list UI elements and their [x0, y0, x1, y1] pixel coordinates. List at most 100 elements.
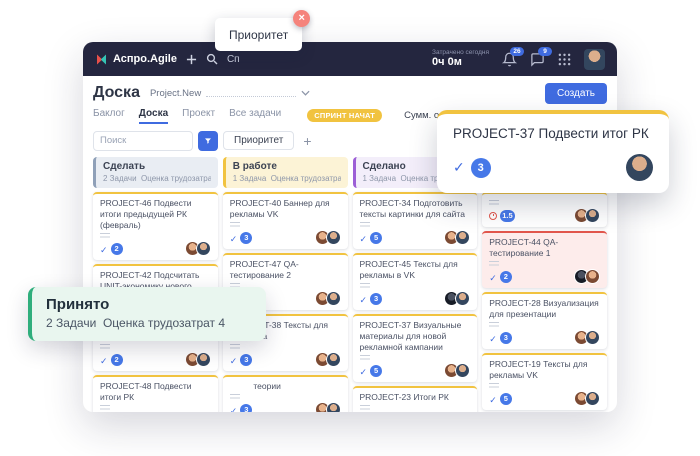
- task-card[interactable]: PROJECT-23 Итоги РК 5: [353, 386, 478, 412]
- close-icon[interactable]: [293, 10, 310, 27]
- estimate-badge: 3: [240, 232, 252, 244]
- user-avatar[interactable]: [584, 49, 605, 70]
- card-footer: 5: [360, 231, 471, 244]
- apps-grid-icon[interactable]: [558, 53, 571, 66]
- estimate-badge: 3: [240, 354, 252, 366]
- estimate-badge: 5: [370, 232, 382, 244]
- task-card[interactable]: PROJECT-37 Визуальные материалы для ново…: [353, 314, 478, 382]
- card-title: PROJECT-23 Итоги РК: [360, 392, 471, 403]
- card-title: PROJECT-19 Тексты для рекламы VK: [489, 359, 600, 381]
- task-card[interactable]: PROJECT-34 Подготовить тексты картинки д…: [353, 192, 478, 249]
- task-card[interactable]: 1.5: [482, 192, 607, 227]
- tab[interactable]: Проект: [182, 108, 215, 124]
- avatars: [444, 291, 470, 306]
- app-window: Аспро.Agile Сп Затрачено сегодня 0ч 0м 2…: [83, 42, 617, 412]
- card-title: PROJECT-46 Подвести итоги предыдущей РК …: [100, 198, 211, 231]
- topbar: Аспро.Agile Сп Затрачено сегодня 0ч 0м 2…: [83, 42, 617, 76]
- description-icon: [100, 405, 110, 411]
- card-title: PROJECT-28 Визуализация для презентации: [489, 298, 600, 320]
- tab[interactable]: Все задачи: [229, 108, 281, 124]
- card-title: PROJECT-40 Баннер для рекламы VK: [230, 198, 341, 220]
- column-title: В работе: [233, 161, 341, 172]
- notifications-button[interactable]: 26: [502, 52, 517, 67]
- topbar-nav-fragment[interactable]: Сп: [227, 54, 240, 65]
- check-icon: [100, 351, 108, 369]
- priority-tooltip-label: Приоритет: [229, 28, 288, 42]
- alarm-icon: [489, 212, 497, 220]
- description-icon: [489, 322, 499, 328]
- avatar: [326, 402, 341, 412]
- task-card[interactable]: PROJECT-19 Тексты для рекламы VK 5: [482, 353, 607, 410]
- add-icon[interactable]: [186, 54, 197, 65]
- column-meta: 1 Задача Оценка трудозатрат 3: [233, 174, 341, 183]
- description-icon: [230, 394, 240, 400]
- notifications-badge: 26: [510, 47, 524, 56]
- task-card[interactable]: PROJECT-48 Подвести итоги РК 2: [93, 375, 218, 412]
- task-card[interactable]: PROJECT-44 QA-тестирование 1 2: [482, 231, 607, 288]
- card-footer: 3: [230, 403, 341, 412]
- task-card[interactable]: PROJECT-45 Тексты для рекламы в VK 3: [353, 253, 478, 310]
- estimate-badge: 2: [500, 271, 512, 283]
- check-icon: [360, 290, 368, 308]
- check-icon: [230, 401, 238, 412]
- search-input[interactable]: [93, 131, 193, 151]
- messages-badge: 9: [538, 47, 552, 56]
- avatar: [455, 363, 470, 378]
- avatars: [315, 402, 341, 412]
- card-footer: 2: [100, 353, 211, 366]
- description-icon: [489, 383, 499, 389]
- task-card[interactable]: PROJECT-28 Визуализация для презентации …: [482, 292, 607, 349]
- board-column: Принято 2 Задачи Оценка трудозатрат 4 1.…: [482, 157, 607, 412]
- avatars: [574, 208, 600, 223]
- card-title: PROJECT-47 QA-тестирование 2: [230, 259, 341, 281]
- accepted-column-header-overlay: Принято 2 Задачи Оценка трудозатрат 4: [28, 287, 266, 341]
- task-card[interactable]: PROJECT-40 Баннер для рекламы VK 3: [223, 192, 348, 249]
- card-footer: 2: [489, 270, 600, 283]
- avatars: [315, 230, 341, 245]
- filter-button[interactable]: [198, 131, 218, 151]
- check-icon: [489, 329, 497, 347]
- column-meta: 2 Задачи Оценка трудозатрат 4: [103, 174, 211, 183]
- avatars: [574, 330, 600, 345]
- check-icon: [360, 229, 368, 247]
- avatar: [326, 291, 341, 306]
- description-icon: [100, 233, 110, 239]
- avatar: [585, 330, 600, 345]
- board: Сделать 2 Задачи Оценка трудозатрат 4 PR…: [93, 157, 607, 412]
- tab[interactable]: Баклог: [93, 108, 125, 124]
- estimate-badge: 3: [370, 293, 382, 305]
- avatar: [585, 269, 600, 284]
- task-card[interactable]: PROJECT-46 Подвести итоги предыдущей РК …: [93, 192, 218, 260]
- card-footer: 5: [489, 392, 600, 405]
- add-column-button[interactable]: +: [299, 133, 315, 149]
- zoomed-task-card[interactable]: PROJECT-37 Подвести итог РК 3: [437, 110, 669, 193]
- project-select[interactable]: Project.New: [150, 88, 310, 99]
- card-title: теории: [230, 381, 341, 392]
- card-footer: 2: [100, 242, 211, 255]
- card-list: 1.5 PROJECT-44 QA-тестирование 1 2 PROJE…: [482, 192, 607, 412]
- task-card[interactable]: теории 3: [223, 375, 348, 412]
- messages-button[interactable]: 9: [530, 52, 545, 67]
- estimate-badge: 5: [500, 393, 512, 405]
- page-title: Доска: [93, 84, 140, 102]
- create-button[interactable]: Создать: [545, 83, 607, 104]
- estimate-badge: 3: [471, 158, 491, 178]
- avatar: [196, 352, 211, 367]
- avatars: [444, 363, 470, 378]
- app-logo[interactable]: Аспро.Agile: [95, 53, 177, 66]
- task-card[interactable]: 2: [93, 336, 218, 371]
- estimate-badge: 5: [370, 365, 382, 377]
- priority-filter-button[interactable]: Приоритет: [223, 131, 294, 150]
- description-icon: [360, 222, 370, 228]
- column-header[interactable]: Сделать 2 Задачи Оценка трудозатрат 4: [93, 157, 218, 188]
- tab[interactable]: Доска: [139, 108, 168, 124]
- card-title: PROJECT-34 Подготовить тексты картинки д…: [360, 198, 471, 220]
- search-icon[interactable]: [206, 53, 218, 65]
- avatars: [185, 352, 211, 367]
- avatars: [315, 291, 341, 306]
- check-icon: [489, 390, 497, 408]
- zoomed-card-title: PROJECT-37 Подвести итог РК: [453, 126, 653, 141]
- accepted-title: Принято: [46, 296, 252, 313]
- project-select-value: Project.New: [150, 88, 201, 99]
- column-header[interactable]: В работе 1 Задача Оценка трудозатрат 3: [223, 157, 348, 188]
